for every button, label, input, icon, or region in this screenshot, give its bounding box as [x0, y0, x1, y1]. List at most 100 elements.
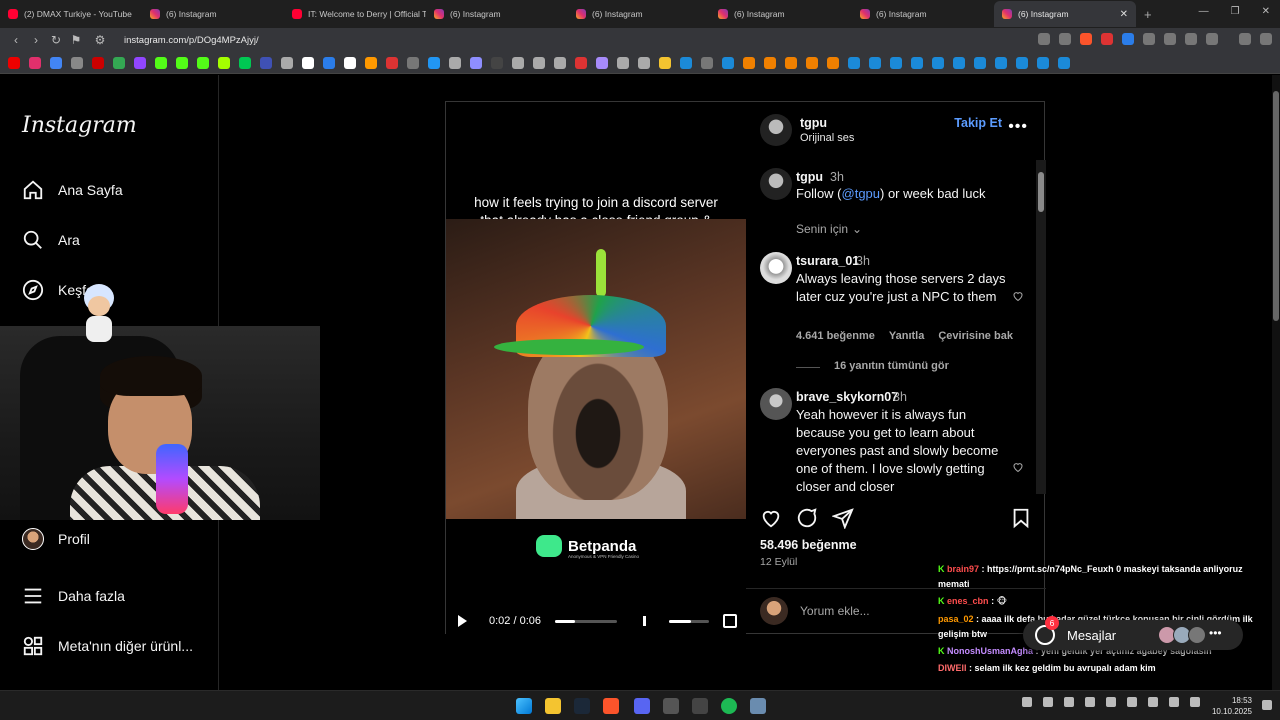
bookmark-icon[interactable]: [827, 56, 839, 69]
bookmark-icon[interactable]: [155, 56, 167, 69]
comment-like-count[interactable]: 4.641 beğenme: [796, 330, 875, 342]
comment-username[interactable]: tgpu: [796, 170, 823, 184]
bookmark-icon[interactable]: [365, 56, 377, 69]
maximize-icon[interactable]: ❐: [1231, 6, 1240, 17]
translate-button[interactable]: Çevirisine bak: [938, 330, 1013, 342]
app-icon[interactable]: [750, 698, 766, 714]
bookmark-icon[interactable]: [1016, 56, 1028, 69]
windows-start-icon[interactable]: [516, 698, 532, 714]
bookmark-icon[interactable]: [302, 56, 314, 69]
bookmark-icon[interactable]: [764, 56, 776, 69]
fullscreen-icon[interactable]: [723, 614, 737, 628]
bookmark-icon[interactable]: [890, 56, 902, 69]
app-icon[interactable]: [692, 698, 708, 714]
comment-username[interactable]: brave_skykorn07: [796, 390, 898, 404]
sidebar-icon[interactable]: [1206, 33, 1218, 45]
steam-icon[interactable]: [574, 698, 590, 714]
browser-tab[interactable]: (6) Instagram: [852, 1, 994, 27]
browser-tab[interactable]: IT: Welcome to Derry | Official T: [284, 1, 426, 27]
brave-icon[interactable]: [603, 698, 619, 714]
bookmark-icon[interactable]: [428, 56, 440, 69]
browser-tab[interactable]: (6) Instagram: [142, 1, 284, 27]
browser-menu-icon[interactable]: [1260, 33, 1272, 45]
bookmark-icon[interactable]: [344, 56, 356, 69]
nav-profile[interactable]: Profil: [22, 528, 90, 550]
mic-icon[interactable]: [1127, 697, 1137, 707]
zoom-icon[interactable]: [1059, 33, 1071, 45]
browser-tab-active[interactable]: (6) Instagram ✕: [994, 1, 1136, 27]
speaker-icon[interactable]: [1106, 697, 1116, 707]
media-icon[interactable]: [1239, 33, 1251, 45]
bookmark-icon[interactable]: [575, 56, 587, 69]
bookmark-icon[interactable]: [407, 56, 419, 69]
share-icon[interactable]: [832, 507, 854, 529]
bookmark-icon[interactable]: [722, 56, 734, 69]
bookmark-icon[interactable]: [1037, 56, 1049, 69]
extension-icon[interactable]: [1164, 33, 1176, 45]
bookmark-icon[interactable]: [470, 56, 482, 69]
bookmark-icon[interactable]: [386, 56, 398, 69]
messages-button[interactable]: 6 Mesajlar •••: [1023, 616, 1243, 650]
network-icon[interactable]: [1148, 697, 1158, 707]
bookmark-icon[interactable]: [554, 56, 566, 69]
bookmark-icon[interactable]: [8, 56, 20, 69]
bookmark-icon[interactable]: [974, 56, 986, 69]
system-clock[interactable]: 18:53 10.10.2025: [1212, 695, 1252, 717]
volume-icon[interactable]: [1169, 697, 1179, 707]
bookmark-icon[interactable]: [113, 56, 125, 69]
tray-app-icon[interactable]: [1064, 697, 1074, 707]
extension-icon[interactable]: [1122, 33, 1134, 45]
bookmark-icon[interactable]: [71, 56, 83, 69]
bookmark-icon[interactable]: [533, 56, 545, 69]
bookmark-icon[interactable]: [659, 56, 671, 69]
follow-button[interactable]: Takip Et: [954, 116, 1002, 130]
view-replies-button[interactable]: 16 yanıtın tümünü gör: [796, 360, 949, 372]
like-comment-icon[interactable]: [1012, 290, 1024, 302]
browser-tab[interactable]: (2) DMAX Turkiye - YouTube: [0, 1, 142, 27]
browser-tab[interactable]: (6) Instagram: [426, 1, 568, 27]
nav-meta-apps[interactable]: Meta'nın diğer ürünl...: [22, 635, 193, 657]
comment-input[interactable]: Yorum ekle...: [800, 604, 870, 618]
bookmark-icon[interactable]: [260, 56, 272, 69]
author-avatar[interactable]: [760, 168, 792, 200]
audio-label[interactable]: Orijinal ses: [800, 132, 854, 144]
bookmark-icon[interactable]: [491, 56, 503, 69]
author-avatar[interactable]: [760, 114, 792, 146]
bookmark-icon[interactable]: [785, 56, 797, 69]
bookmark-icon[interactable]: [176, 56, 188, 69]
more-options-icon[interactable]: •••: [1008, 118, 1028, 136]
spotify-icon[interactable]: [721, 698, 737, 714]
like-count[interactable]: 58.496 beğenme: [760, 538, 857, 552]
bookmark-icon[interactable]: [29, 56, 41, 69]
bookmark-icon[interactable]: [911, 56, 923, 69]
extension-icon[interactable]: [1143, 33, 1155, 45]
notification-icon[interactable]: [1262, 700, 1272, 710]
bookmark-icon[interactable]: [281, 56, 293, 69]
bookmark-icon[interactable]: [218, 56, 230, 69]
tray-chevron-icon[interactable]: [1022, 697, 1032, 707]
close-tab-icon[interactable]: ✕: [1120, 9, 1128, 20]
commenter-avatar[interactable]: [760, 388, 792, 420]
bookmark-icon[interactable]: [596, 56, 608, 69]
commenter-avatar[interactable]: [760, 252, 792, 284]
for-you-filter[interactable]: Senin için ⌄: [796, 222, 862, 236]
battery-icon[interactable]: [1190, 697, 1200, 707]
browser-tab[interactable]: (6) Instagram: [568, 1, 710, 27]
bookmark-icon[interactable]: [995, 56, 1007, 69]
brave-shield-icon[interactable]: [1080, 33, 1092, 45]
cast-icon[interactable]: [1038, 33, 1050, 45]
bookmark-icon[interactable]: [512, 56, 524, 69]
mention-link[interactable]: @tgpu: [842, 186, 881, 201]
bookmark-icon[interactable]: [449, 56, 461, 69]
play-icon[interactable]: [458, 615, 467, 627]
app-icon[interactable]: [663, 698, 679, 714]
volume-slider[interactable]: [669, 619, 709, 623]
site-settings-icon[interactable]: ⚙: [90, 33, 110, 47]
bookmark-icon[interactable]: [806, 56, 818, 69]
bookmark-icon[interactable]: [134, 56, 146, 69]
nav-search[interactable]: Ara: [22, 229, 80, 251]
bookmark-icon[interactable]: [848, 56, 860, 69]
bookmark-icon[interactable]: [869, 56, 881, 69]
extensions-puzzle-icon[interactable]: [1185, 33, 1197, 45]
save-icon[interactable]: [1010, 507, 1032, 529]
